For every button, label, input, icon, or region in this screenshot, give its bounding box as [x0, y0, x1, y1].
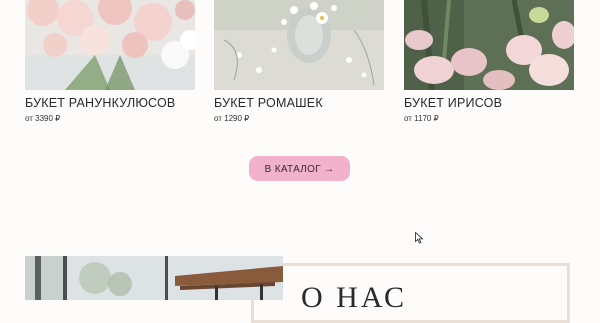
- catalog-button[interactable]: В КАТАЛОГ →: [249, 156, 350, 181]
- product-title[interactable]: БУКЕТ РОМАШЕК: [214, 96, 323, 110]
- iris-bouquet-image[interactable]: [404, 0, 574, 90]
- ranunculus-bouquet-image[interactable]: [25, 0, 195, 90]
- product-price: от 1290 ₽: [214, 114, 250, 123]
- daisy-bouquet-image[interactable]: [214, 0, 384, 90]
- about-title: О НАС: [301, 281, 408, 314]
- product-title[interactable]: БУКЕТ ИРИСОВ: [404, 96, 502, 110]
- product-card-daisies[interactable]: БУКЕТ РОМАШЕК от 1290 ₽: [214, 0, 384, 123]
- product-card-ranunculus[interactable]: БУКЕТ РАНУНКУЛЮСОВ от 3390 ₽: [25, 0, 195, 123]
- shop-interior-image: [25, 256, 283, 300]
- product-price: от 1170 ₽: [404, 114, 439, 123]
- product-title[interactable]: БУКЕТ РАНУНКУЛЮСОВ: [25, 96, 175, 110]
- product-price: от 3390 ₽: [25, 114, 61, 123]
- product-card-irises[interactable]: БУКЕТ ИРИСОВ от 1170 ₽: [404, 0, 574, 123]
- about-frame: [251, 263, 570, 323]
- mouse-cursor-icon: [415, 231, 424, 249]
